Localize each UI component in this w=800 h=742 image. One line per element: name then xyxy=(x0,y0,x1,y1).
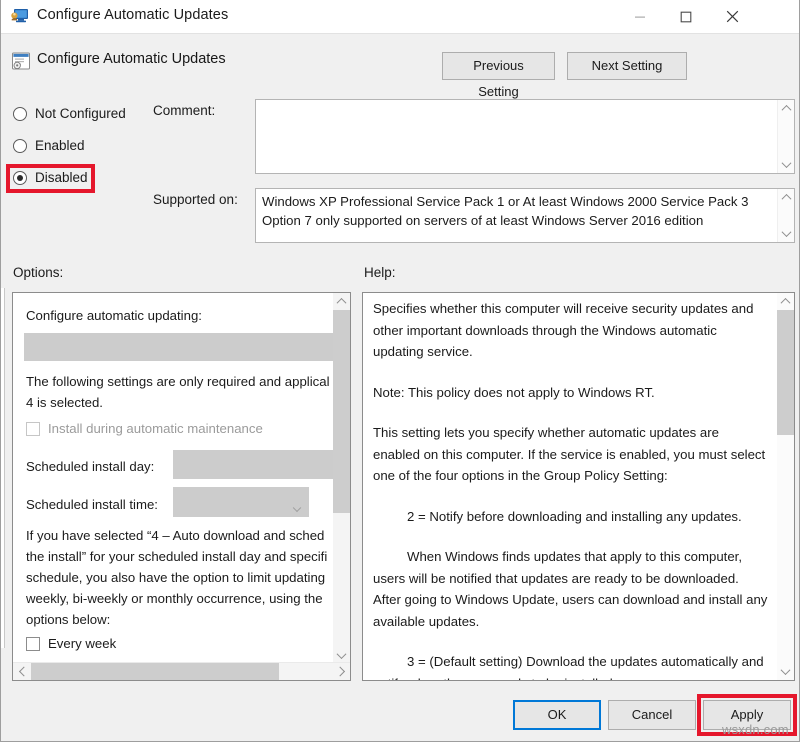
help-paragraph-4: 2 = Notify before downloading and instal… xyxy=(373,506,769,528)
install-during-automatic-maintenance-box xyxy=(26,422,40,436)
supported-on-line-1: Windows XP Professional Service Pack 1 o… xyxy=(262,192,774,211)
help-paragraph-6: 3 = (Default setting) Download the updat… xyxy=(373,651,769,681)
next-setting-button[interactable]: Next Setting xyxy=(567,52,687,80)
radio-disabled-indicator xyxy=(13,171,27,185)
options-scroll-right-icon[interactable] xyxy=(332,663,350,680)
options-paragraph-line-5: options below: xyxy=(26,609,327,630)
maximize-icon[interactable] xyxy=(663,0,709,33)
cancel-button[interactable]: Cancel xyxy=(608,700,696,730)
options-section-label: Options: xyxy=(13,265,63,280)
install-during-automatic-maintenance-checkbox[interactable]: Install during automatic maintenance xyxy=(26,421,263,436)
policy-computer-icon xyxy=(11,8,29,24)
comment-label: Comment: xyxy=(153,103,215,118)
title-bar: Configure Automatic Updates xyxy=(1,0,800,34)
supported-on-scrollbar[interactable] xyxy=(777,189,794,242)
radio-enabled[interactable]: Enabled xyxy=(13,138,85,153)
options-scroll-left-icon[interactable] xyxy=(13,663,31,680)
comment-input[interactable] xyxy=(255,99,795,174)
every-week-label: Every week xyxy=(48,636,116,651)
radio-enabled-indicator xyxy=(13,139,27,153)
install-during-automatic-maintenance-label: Install during automatic maintenance xyxy=(48,421,263,436)
watermark: wsxdn.com xyxy=(722,722,789,737)
help-paragraph-5: When Windows finds updates that apply to… xyxy=(373,546,769,632)
supported-on-label: Supported on: xyxy=(153,192,238,207)
scheduled-install-time-chevron-down-icon xyxy=(293,504,301,512)
configure-automatic-updating-dropdown[interactable] xyxy=(24,333,335,361)
supported-on-value: Windows XP Professional Service Pack 1 o… xyxy=(262,192,774,230)
scheduled-install-time-label: Scheduled install time: xyxy=(26,494,158,515)
options-scroll-up-icon[interactable] xyxy=(333,293,350,310)
every-week-checkbox[interactable]: Every week xyxy=(26,636,116,651)
ok-button[interactable]: OK xyxy=(513,700,601,730)
help-vertical-scrollbar[interactable] xyxy=(777,293,794,680)
help-scroll-down-icon[interactable] xyxy=(777,663,794,680)
comment-scrollbar[interactable] xyxy=(777,100,794,173)
radio-not-configured[interactable]: Not Configured xyxy=(13,106,126,121)
options-content: Configure automatic updating: The follow… xyxy=(13,293,335,664)
radio-enabled-label: Enabled xyxy=(35,138,85,153)
help-scroll-up-icon[interactable] xyxy=(777,293,794,310)
scheduled-install-day-label: Scheduled install day: xyxy=(26,456,154,477)
policy-name: Configure Automatic Updates xyxy=(37,51,226,67)
options-note-line-1: The following settings are only required… xyxy=(26,371,330,392)
help-paragraph-3: This setting lets you specify whether au… xyxy=(373,422,769,487)
options-paragraph-line-3: schedule, you also have the option to li… xyxy=(26,567,327,588)
help-paragraph-1: Specifies whether this computer will rec… xyxy=(373,298,769,363)
background-window-edge xyxy=(1,288,5,648)
group-policy-setting-icon xyxy=(11,51,31,71)
configure-automatic-updating-label: Configure automatic updating: xyxy=(26,305,202,326)
help-text: Specifies whether this computer will rec… xyxy=(373,298,769,681)
options-paragraph-line-1: If you have selected “4 – Auto download … xyxy=(26,525,327,546)
configure-automatic-updates-dialog: Configure Automatic Updates Configure Au… xyxy=(0,0,800,742)
comment-scroll-up-icon[interactable] xyxy=(778,100,795,117)
radio-disabled[interactable]: Disabled xyxy=(13,170,88,185)
options-note-text: The following settings are only required… xyxy=(26,371,330,413)
window-title: Configure Automatic Updates xyxy=(37,7,228,23)
supported-on-scroll-down-icon[interactable] xyxy=(778,225,795,242)
minimize-icon[interactable] xyxy=(617,0,663,33)
radio-not-configured-label: Not Configured xyxy=(35,106,126,121)
supported-on-field[interactable]: Windows XP Professional Service Pack 1 o… xyxy=(255,188,795,243)
radio-disabled-label: Disabled xyxy=(35,170,88,185)
supported-on-scroll-up-icon[interactable] xyxy=(778,189,795,206)
options-vertical-scroll-thumb[interactable] xyxy=(333,310,350,513)
options-vertical-scrollbar[interactable] xyxy=(333,293,350,664)
options-paragraph-line-4: weekly, bi-weekly or monthly occurrence,… xyxy=(26,588,327,609)
options-paragraph-line-2: the install” for your scheduled install … xyxy=(26,546,327,567)
scheduled-install-day-dropdown[interactable] xyxy=(173,450,335,479)
help-panel[interactable]: Specifies whether this computer will rec… xyxy=(362,292,795,681)
radio-not-configured-indicator xyxy=(13,107,27,121)
supported-on-line-2: Option 7 only supported on servers of at… xyxy=(262,211,774,230)
every-week-box xyxy=(26,637,40,651)
previous-setting-button[interactable]: Previous Setting xyxy=(442,52,555,80)
options-horizontal-scrollbar[interactable] xyxy=(13,662,350,680)
scheduled-install-time-dropdown[interactable] xyxy=(173,487,309,517)
close-icon[interactable] xyxy=(709,0,755,33)
options-paragraph-text: If you have selected “4 – Auto download … xyxy=(26,525,327,630)
comment-scroll-down-icon[interactable] xyxy=(778,156,795,173)
options-panel[interactable]: Configure automatic updating: The follow… xyxy=(12,292,351,681)
options-note-line-2: 4 is selected. xyxy=(26,392,330,413)
help-paragraph-2: Note: This policy does not apply to Wind… xyxy=(373,382,769,404)
options-horizontal-scroll-thumb[interactable] xyxy=(31,663,279,680)
help-vertical-scroll-thumb[interactable] xyxy=(777,310,794,435)
help-section-label: Help: xyxy=(364,265,396,280)
